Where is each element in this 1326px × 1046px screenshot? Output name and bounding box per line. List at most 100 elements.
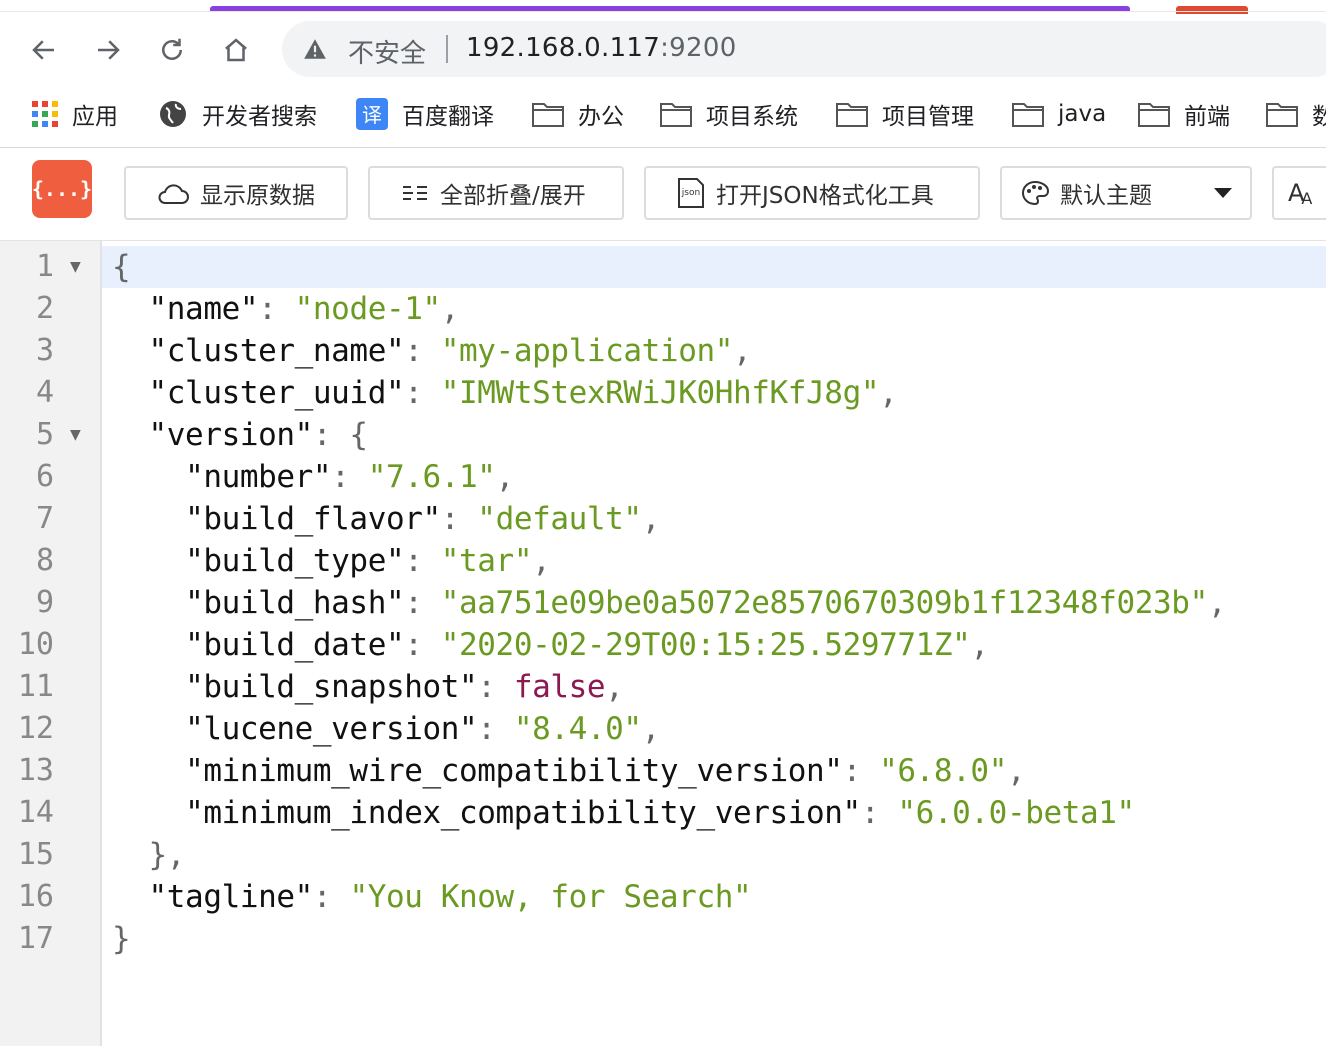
json-key: "build_flavor" bbox=[185, 501, 441, 537]
json-string: "my-application" bbox=[440, 333, 734, 369]
forward-button[interactable] bbox=[88, 30, 128, 70]
bookmark-folder-data[interactable]: 数 bbox=[1266, 96, 1326, 132]
show-raw-label: 显示原数据 bbox=[200, 183, 315, 209]
bookmark-folder-office[interactable]: 办公 bbox=[532, 96, 624, 132]
fold-toggle-icon[interactable]: ▼ bbox=[70, 414, 88, 456]
line-number: 9 bbox=[35, 585, 54, 620]
code-text: { bbox=[112, 246, 131, 288]
bookmark-label: java bbox=[1058, 101, 1107, 127]
json-string: "2020-02-29T00:15:25.529771Z" bbox=[440, 627, 971, 663]
code-line: "minimum_wire_compatibility_version": "6… bbox=[102, 750, 1326, 792]
code-line: "version": { bbox=[102, 414, 1326, 456]
code-line: "lucene_version": "8.4.0", bbox=[102, 708, 1326, 750]
code-line: "name": "node-1", bbox=[102, 288, 1326, 330]
show-raw-button[interactable]: 显示原数据 bbox=[124, 166, 348, 220]
json-code-area[interactable]: { "name": "node-1", "cluster_name": "my-… bbox=[102, 241, 1326, 1046]
json-string: "7.6.1" bbox=[367, 459, 496, 495]
json-string: "6.8.0" bbox=[879, 753, 1007, 789]
code-line: "tagline": "You Know, for Search" bbox=[102, 876, 1326, 918]
line-number: 6 bbox=[35, 459, 54, 494]
value-lucene-version: 8.4.0 bbox=[532, 711, 624, 747]
json-string: "node-1" bbox=[294, 291, 442, 327]
code-text: "version": { bbox=[148, 417, 369, 453]
json-key: "name" bbox=[148, 291, 259, 327]
folder-icon bbox=[1266, 101, 1298, 127]
code-text: "cluster_name": "my-application", bbox=[148, 333, 752, 369]
value-number: 7.6.1 bbox=[385, 459, 478, 495]
json-file-icon: json bbox=[676, 177, 706, 209]
bookmark-baidu-translate[interactable]: 译 百度翻译 bbox=[356, 96, 494, 132]
insecure-label[interactable]: 不安全 bbox=[348, 33, 426, 70]
line-number: 4 bbox=[35, 375, 54, 410]
json-viewer-toolbar: {...} 显示原数据 全部折叠/展开 json 打开JSON格式化工具 默认主… bbox=[0, 148, 1326, 241]
code-text: "number": "7.6.1", bbox=[185, 459, 514, 495]
url-host: 192.168.0.117 bbox=[466, 33, 661, 63]
value-name: node-1 bbox=[312, 291, 423, 327]
globe-icon bbox=[158, 99, 188, 129]
code-line: "build_hash": "aa751e09be0a5072e85706703… bbox=[102, 582, 1326, 624]
bookmark-folder-frontend[interactable]: 前端 bbox=[1138, 96, 1230, 132]
code-line: "build_date": "2020-02-29T00:15:25.52977… bbox=[102, 624, 1326, 666]
theme-label: 默认主题 bbox=[1060, 183, 1152, 209]
folder-icon bbox=[660, 101, 692, 127]
json-string: "aa751e09be0a5072e8570670309b1f12348f023… bbox=[440, 585, 1208, 621]
bookmark-folder-project-management[interactable]: 项目管理 bbox=[836, 96, 974, 132]
code-line: "number": "7.6.1", bbox=[102, 456, 1326, 498]
svg-text:json: json bbox=[681, 188, 700, 198]
open-json-tool-button[interactable]: json 打开JSON格式化工具 bbox=[644, 166, 980, 220]
bookmark-folder-project-system[interactable]: 项目系统 bbox=[660, 96, 798, 132]
json-key: "build_snapshot" bbox=[185, 669, 478, 705]
bookmarks-bar: 应用 开发者搜索 译 百度翻译 办公 项目系统 项目管理 java 前端 数 bbox=[0, 84, 1326, 148]
line-number: 14 bbox=[17, 795, 54, 830]
tab-strip bbox=[0, 0, 1326, 14]
json-string: "default" bbox=[477, 501, 642, 537]
font-size-icon: AA bbox=[1288, 179, 1313, 208]
collapse-list-icon bbox=[400, 181, 430, 205]
line-number: 13 bbox=[17, 753, 54, 788]
bookmark-folder-java[interactable]: java bbox=[1012, 96, 1106, 132]
code-text: "name": "node-1", bbox=[148, 291, 460, 327]
json-key: "tagline" bbox=[148, 879, 314, 915]
address-separator bbox=[446, 35, 448, 63]
code-line: "build_snapshot": false, bbox=[102, 666, 1326, 708]
json-viewer-logo[interactable]: {...} bbox=[32, 160, 92, 218]
line-number: 16 bbox=[17, 879, 54, 914]
value-build-hash: aa751e09be0a5072e8570670309b1f12348f023b bbox=[459, 585, 1190, 621]
warning-icon[interactable] bbox=[302, 36, 328, 62]
value-min-wire: 6.8.0 bbox=[897, 753, 989, 789]
bookmark-label: 前端 bbox=[1184, 104, 1230, 130]
back-button[interactable] bbox=[24, 30, 64, 70]
json-string: "8.4.0" bbox=[513, 711, 642, 747]
url-text[interactable]: 192.168.0.117:9200 bbox=[466, 33, 737, 63]
fold-toggle-icon[interactable]: ▼ bbox=[70, 246, 88, 288]
code-text: } bbox=[112, 921, 131, 957]
json-key: "build_type" bbox=[185, 543, 405, 579]
back-arrow-icon bbox=[32, 40, 54, 60]
url-port: :9200 bbox=[660, 33, 737, 63]
folder-icon bbox=[532, 101, 564, 127]
fold-all-button[interactable]: 全部折叠/展开 bbox=[368, 166, 624, 220]
value-cluster-uuid: IMWtStexRWiJK0HhfKfJ8g bbox=[459, 375, 861, 411]
palette-icon bbox=[1020, 179, 1050, 207]
line-number: 10 bbox=[17, 627, 54, 662]
value-build-flavor: default bbox=[495, 501, 624, 537]
json-key: "cluster_uuid" bbox=[148, 375, 405, 411]
json-key: "build_hash" bbox=[185, 585, 405, 621]
bookmark-dev-search[interactable]: 开发者搜索 bbox=[158, 96, 317, 132]
theme-select[interactable]: 默认主题 bbox=[1000, 166, 1252, 220]
font-size-button[interactable]: AA bbox=[1272, 166, 1326, 220]
code-text: "build_flavor": "default", bbox=[185, 501, 660, 537]
code-text: "build_date": "2020-02-29T00:15:25.52977… bbox=[185, 627, 989, 663]
code-text: "build_snapshot": false, bbox=[185, 669, 624, 705]
bookmark-apps[interactable]: 应用 bbox=[32, 96, 118, 132]
translate-icon: 译 bbox=[356, 98, 388, 130]
reload-button[interactable] bbox=[152, 30, 192, 70]
line-number: 7 bbox=[35, 501, 54, 536]
bookmark-label: 百度翻译 bbox=[402, 104, 494, 130]
address-bar[interactable]: 不安全 192.168.0.117:9200 bbox=[282, 21, 1326, 77]
home-button[interactable] bbox=[216, 30, 256, 70]
open-json-tool-label: 打开JSON格式化工具 bbox=[716, 183, 934, 209]
json-key: "build_date" bbox=[185, 627, 405, 663]
folder-icon bbox=[836, 101, 868, 127]
json-string: "tar" bbox=[440, 543, 533, 579]
